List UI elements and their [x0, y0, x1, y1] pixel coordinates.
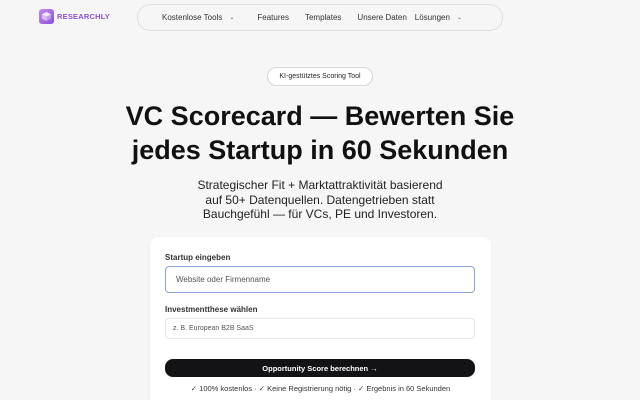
perks-text: ✓ 100% kostenlos · ✓ Keine Registrierung…	[190, 384, 451, 393]
chevron-down-icon: ⌄	[456, 15, 462, 21]
nav-item-label: Kostenlose Tools	[162, 13, 223, 22]
subtitle-line: auf 50+ Datenquellen. Datengetrieben sta…	[205, 192, 435, 207]
main-nav: Kostenlose Tools ⌄ Features Templates Un…	[137, 4, 503, 31]
title-line: jedes Startup in 60 Sekunden	[131, 135, 509, 165]
startup-input[interactable]	[165, 266, 475, 293]
nav-item-loesungen[interactable]: Lösungen ⌄	[415, 13, 462, 22]
calculate-score-button[interactable]: Opportunity Score berechnen →	[165, 359, 475, 377]
hero-badge: KI-gestütztes Scoring Tool	[267, 67, 373, 86]
startup-label: Startup eingeben	[165, 253, 231, 262]
thesis-label: Investmentthese wählen	[165, 305, 258, 314]
brand-name: RESEARCHLY	[57, 12, 110, 21]
page-title: VC Scorecard — Bewerten Sie jedes Startu…	[0, 99, 640, 167]
nav-item-features[interactable]: Features	[257, 13, 289, 22]
nav-item-kostenlose-tools[interactable]: Kostenlose Tools ⌄	[162, 13, 234, 22]
title-line: VC Scorecard — Bewerten Sie	[125, 101, 515, 131]
nav-item-templates[interactable]: Templates	[305, 13, 341, 22]
chevron-down-icon: ⌄	[229, 15, 235, 21]
nav-item-label: Features	[257, 13, 289, 22]
nav-item-label: Lösungen	[414, 13, 450, 22]
scoring-form-card: Startup eingeben Investmentthese wählen …	[150, 237, 491, 400]
cube-icon	[39, 9, 54, 24]
nav-item-label: Templates	[304, 13, 342, 22]
hero-subtitle: Strategischer Fit + Marktattraktivität b…	[190, 178, 450, 222]
subtitle-line: Bauchgefühl — für VCs, PE und Investoren…	[202, 207, 438, 221]
nav-item-unsere-daten[interactable]: Unsere Daten	[357, 13, 406, 22]
thesis-input[interactable]	[165, 318, 475, 339]
nav-item-label: Unsere Daten	[357, 13, 407, 22]
subtitle-line: Strategischer Fit + Marktattraktivität b…	[197, 178, 443, 192]
brand[interactable]: RESEARCHLY	[39, 9, 110, 24]
